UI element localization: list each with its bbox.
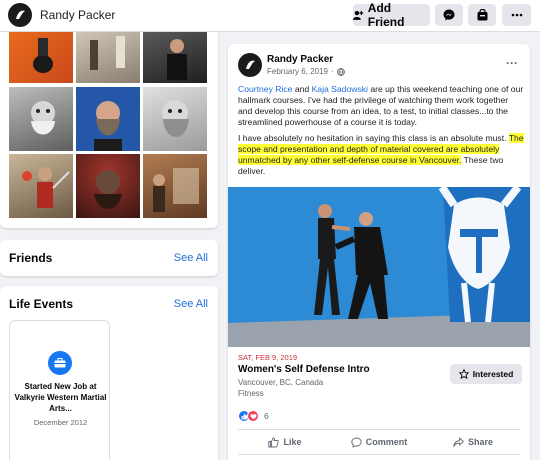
life-events-card: Life Events See All Started New Job at V… [0,286,218,460]
dot-separator: · [330,67,334,76]
valkyrie-logo-icon [16,10,25,19]
post-text: and [294,84,310,94]
photo-thumbnail[interactable] [76,87,140,151]
post-paragraph-1: Courtney Rice and Kaja Sadowski are up t… [238,84,524,128]
photo-thumbnail[interactable] [76,32,140,83]
like-label: Like [283,437,302,447]
photo-thumbnail[interactable] [143,154,207,218]
self-defense-photo [228,187,530,347]
globe-icon [336,67,345,76]
comment-icon [351,437,362,448]
divider [238,454,520,455]
more-dots-icon [511,13,522,17]
comment-button[interactable]: Comment [332,430,426,454]
event-category: Fitness [238,389,264,398]
comment-label: Comment [365,437,408,447]
post-timestamp[interactable]: February 6, 2019 · [267,67,345,76]
event-date: SAT, FEB 9, 2019 [238,353,298,362]
life-events-see-all-link[interactable]: See All [174,298,208,310]
star-icon [458,369,469,379]
thumbs-up-icon [268,436,280,447]
friends-see-all-link[interactable]: See All [174,252,208,264]
share-label: Share [467,437,493,447]
reaction-count: 6 [264,411,269,421]
friends-card: Friends See All [0,240,218,276]
photo-thumbnail[interactable] [9,32,73,83]
life-event-date: December 2012 [33,418,88,427]
event-title[interactable]: Women's Self Defense Intro [238,364,370,375]
profile-name[interactable]: Randy Packer [40,8,115,22]
life-event-text: Started New Job at Valkyrie Western Mart… [14,382,107,413]
post-author-name[interactable]: Randy Packer [267,54,333,65]
post-date[interactable]: February 6, 2019 [267,67,328,76]
life-events-title[interactable]: Life Events [9,297,73,311]
event-location: Vancouver, BC, Canada [238,378,324,387]
message-button[interactable] [435,4,463,26]
valkyrie-logo-icon [246,60,255,69]
photo-thumbnail[interactable] [143,87,207,151]
event-cover-photo[interactable] [228,187,530,347]
life-event-item[interactable]: Started New Job at Valkyrie Western Mart… [9,320,110,460]
add-friend-button[interactable]: Add Friend [353,1,430,29]
like-button[interactable]: Like [238,430,332,454]
interested-label: Interested [472,369,514,379]
post-author-avatar[interactable] [238,53,262,77]
post-actions-bar: Like Comment Share [238,430,520,454]
photos-card [0,32,218,228]
messenger-icon [443,9,455,21]
mention-link[interactable]: Courtney Rice [238,84,292,94]
post-card: Randy Packer February 6, 2019 · ··· Cour… [228,44,530,460]
photo-thumbnail[interactable] [9,87,73,151]
profile-header-bar: Randy Packer Add Friend [0,0,540,32]
mention-link[interactable]: Kaja Sadowski [312,84,368,94]
photo-thumbnail[interactable] [76,154,140,218]
photo-thumbnail[interactable] [143,32,207,83]
shopping-bag-icon [477,9,487,21]
post-options-button[interactable]: ··· [506,56,518,70]
share-button[interactable]: Share [426,430,520,454]
reaction-summary[interactable]: 6 [238,410,269,422]
friends-title[interactable]: Friends [9,251,52,265]
post-text: I have absolutely no hesitation in sayin… [238,133,507,143]
profile-avatar[interactable] [8,3,32,27]
more-options-button[interactable] [502,4,531,26]
shop-button[interactable] [468,4,496,26]
interested-button[interactable]: Interested [450,364,522,384]
post-paragraph-2: I have absolutely no hesitation in sayin… [238,133,524,177]
love-reaction-icon [247,410,259,422]
add-friend-label: Add Friend [367,1,405,29]
add-friend-icon [353,10,364,20]
photo-thumbnail[interactable] [9,154,73,218]
briefcase-icon [48,351,72,375]
event-info[interactable]: SAT, FEB 9, 2019 Women's Self Defense In… [228,347,530,403]
share-icon [453,437,464,447]
